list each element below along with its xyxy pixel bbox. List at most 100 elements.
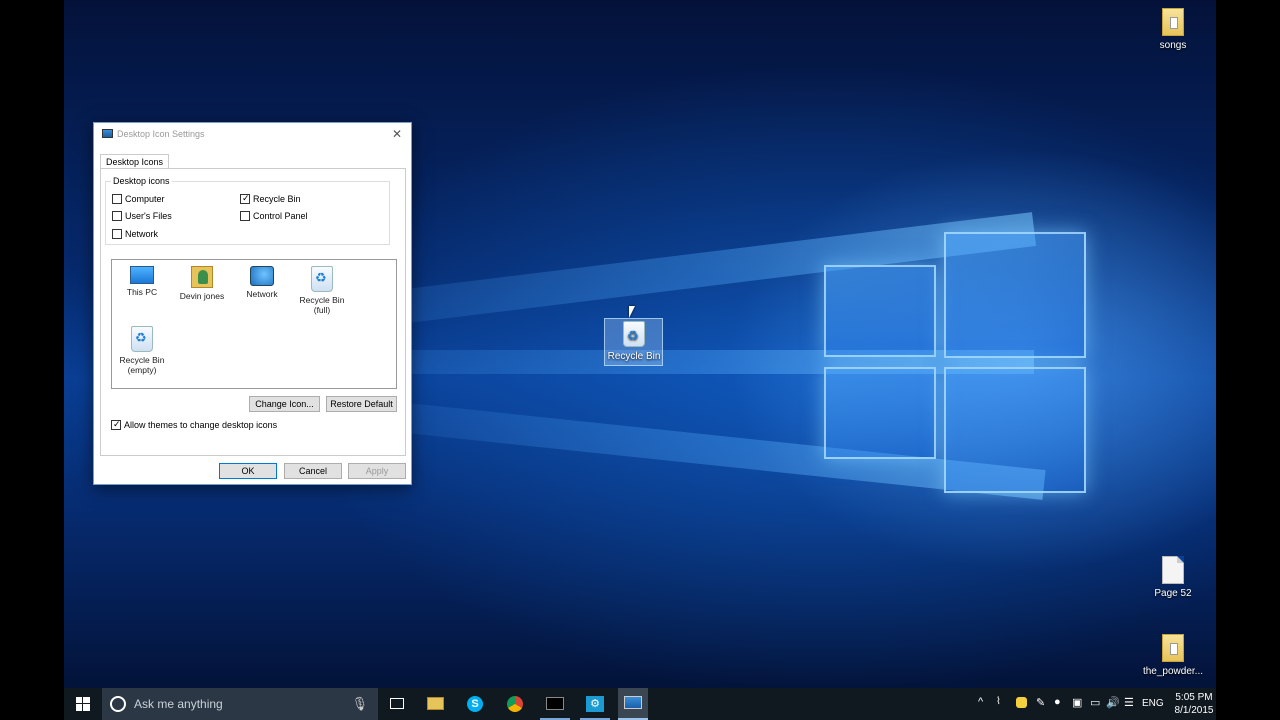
start-button[interactable]	[64, 688, 102, 720]
user-folder-icon	[191, 266, 213, 288]
monitor-icon	[624, 696, 642, 709]
list-icon-recycle-bin-full[interactable]: Recycle Bin (full)	[294, 266, 350, 315]
cortana-icon	[110, 696, 126, 712]
monitor-icon	[130, 266, 154, 284]
tray-app-icon[interactable]: ⌇	[996, 696, 1001, 707]
mouse-cursor	[629, 306, 635, 318]
chevron-up-icon[interactable]: ^	[978, 696, 983, 708]
recycle-bin-icon	[623, 321, 645, 347]
checkbox-network[interactable]: Network	[112, 229, 158, 239]
list-icon-this-pc[interactable]: This PC	[114, 266, 170, 297]
list-icon-network[interactable]: Network	[234, 266, 290, 299]
document-icon	[1162, 556, 1184, 584]
checkbox-control-panel[interactable]: Control Panel	[240, 211, 308, 221]
close-button[interactable]: ✕	[389, 126, 405, 142]
checkbox-box[interactable]	[112, 229, 122, 239]
checkbox-box[interactable]	[111, 419, 121, 430]
desktop-icon-label: Recycle Bin	[607, 351, 661, 362]
terminal-icon	[546, 697, 564, 710]
desktop-icon-label: songs	[1159, 40, 1187, 51]
list-icon-label: This PC	[126, 287, 158, 297]
tab-strip: Desktop Icons	[100, 154, 406, 169]
list-icon-label: Network	[246, 289, 278, 299]
folder-icon	[1162, 8, 1184, 36]
checkbox-box[interactable]	[240, 193, 250, 204]
checkbox-recycle-bin[interactable]: Recycle Bin	[240, 193, 301, 204]
dialog-titlebar[interactable]: Desktop Icon Settings ✕	[94, 123, 411, 145]
clock-time: 5:05 PM	[1175, 692, 1213, 703]
tray-webcam-icon[interactable]: ●	[1054, 696, 1061, 708]
recycle-bin-full-icon	[311, 266, 333, 292]
desktop-icon-songs[interactable]: songs	[1141, 8, 1205, 51]
desktop-icon-recycle-bin[interactable]: Recycle Bin	[604, 318, 663, 366]
taskbar-app-skype[interactable]: S	[460, 688, 490, 720]
list-icon-recycle-bin-empty[interactable]: Recycle Bin (empty)	[114, 326, 170, 375]
list-icon-label: Devin jones	[179, 291, 225, 301]
microphone-icon[interactable]: 🎙	[351, 696, 368, 712]
taskbar-app-command-prompt[interactable]	[540, 688, 570, 720]
recycle-bin-empty-icon	[131, 326, 153, 352]
taskbar-app-settings[interactable]: ⚙	[580, 688, 610, 720]
checkbox-users-files[interactable]: User's Files	[112, 211, 172, 221]
network-icon	[250, 266, 274, 286]
checkbox-label: User's Files	[125, 211, 172, 221]
desktop-icons-group: Desktop icons Computer Recycle Bin User'…	[105, 176, 390, 245]
icon-list[interactable]: This PC Devin jones Network Recycle Bin …	[111, 259, 397, 389]
checkbox-label: Network	[125, 229, 159, 239]
checkbox-box[interactable]	[112, 194, 122, 204]
dialog-title: Desktop Icon Settings	[117, 129, 205, 139]
windows-logo-icon	[76, 697, 90, 711]
change-icon-button[interactable]: Change Icon...	[249, 396, 320, 412]
list-icon-label: Recycle Bin (empty)	[119, 355, 165, 375]
desktop-icon-label: Page 52	[1154, 588, 1192, 599]
list-icon-label: Recycle Bin (full)	[299, 295, 345, 315]
taskbar-app-chrome[interactable]	[500, 688, 530, 720]
restore-default-button[interactable]: Restore Default	[326, 396, 397, 412]
chrome-icon	[507, 696, 523, 712]
task-view-icon	[390, 698, 404, 709]
clock[interactable]: 5:05 PM 8/1/2015	[1174, 691, 1214, 717]
tray-pen-icon[interactable]: ✎	[1036, 696, 1045, 709]
apply-button[interactable]: Apply	[348, 463, 406, 479]
search-box[interactable]: Ask me anything 🎙	[102, 688, 378, 720]
wallpaper-window-pane	[944, 367, 1086, 493]
desktop-icon-label: the_powder...	[1142, 666, 1204, 677]
group-label: Desktop icons	[111, 176, 172, 186]
taskbar-app-file-explorer[interactable]	[420, 688, 450, 720]
search-placeholder: Ask me anything	[134, 697, 223, 711]
task-view-button[interactable]	[384, 688, 410, 720]
ok-button[interactable]: OK	[219, 463, 277, 479]
desktop-icon-the-powder[interactable]: the_powder...	[1141, 634, 1205, 677]
cancel-button[interactable]: Cancel	[284, 463, 342, 479]
folder-icon	[1162, 634, 1184, 662]
clock-date: 8/1/2015	[1174, 705, 1214, 716]
language-indicator[interactable]: ENG	[1142, 698, 1164, 709]
checkbox-label: Allow themes to change desktop icons	[124, 420, 278, 430]
list-icon-devin-jones[interactable]: Devin jones	[174, 266, 230, 301]
folder-icon	[427, 697, 444, 710]
battery-icon[interactable]: ▭	[1090, 696, 1100, 709]
desktop-icon-settings-dialog: Desktop Icon Settings ✕ Desktop Icons De…	[93, 122, 412, 485]
checkbox-computer[interactable]: Computer	[112, 194, 165, 204]
desktop-icon-page-52[interactable]: Page 52	[1141, 556, 1205, 599]
display-settings-icon	[102, 129, 113, 138]
wallpaper-window-pane	[824, 367, 936, 459]
checkbox-label: Recycle Bin	[253, 194, 301, 204]
checkbox-box[interactable]	[240, 211, 250, 221]
checkbox-label: Computer	[125, 194, 165, 204]
volume-icon[interactable]: 🔊	[1106, 696, 1120, 709]
wallpaper-window-pane	[944, 232, 1086, 358]
network-icon[interactable]: ▣	[1072, 696, 1082, 709]
system-tray: ^ ⌇ ✎ ● ▣ ▭ 🔊 ☰ ENG 5:05 PM 8/1/2015	[976, 688, 1216, 720]
action-center-icon[interactable]: ☰	[1124, 696, 1134, 709]
gear-icon: ⚙	[586, 696, 604, 712]
taskbar-app-display-settings[interactable]	[618, 688, 648, 720]
tab-desktop-icons[interactable]: Desktop Icons	[100, 154, 170, 169]
wallpaper-window-pane	[824, 265, 936, 357]
tray-notes-icon[interactable]	[1016, 697, 1027, 708]
checkbox-box[interactable]	[112, 211, 122, 221]
checkbox-label: Control Panel	[253, 211, 308, 221]
skype-icon: S	[467, 696, 483, 712]
taskbar: Ask me anything 🎙 S ⚙ ^ ⌇ ✎ ● ▣ ▭ 🔊 ☰ EN…	[64, 688, 1216, 720]
checkbox-allow-themes[interactable]: Allow themes to change desktop icons	[111, 419, 278, 430]
